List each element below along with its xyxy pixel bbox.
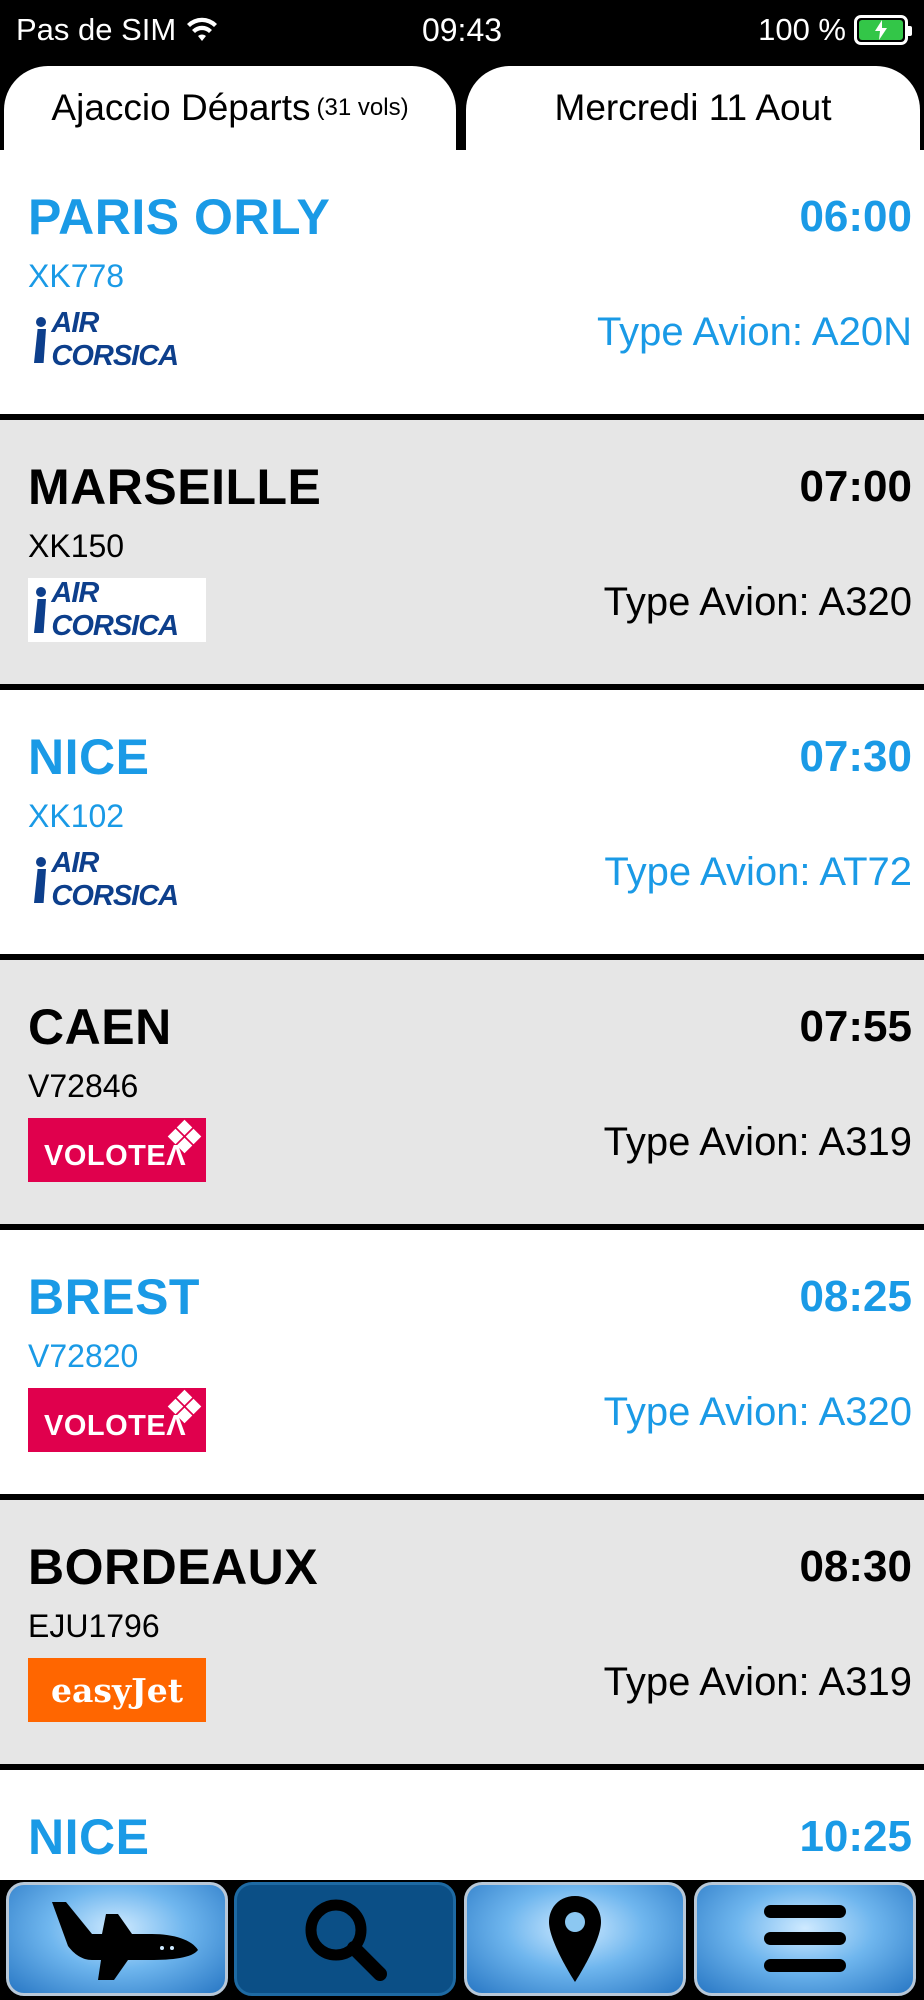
flight-number: XK102 [28,798,125,834]
aircraft-type: Type Avion: A320 [603,1390,912,1434]
airline-logo-text: easyJet [51,1670,183,1710]
nav-map-button[interactable] [464,1882,686,1996]
departure-time: 10:25 [799,1812,912,1861]
departure-time: 06:00 [799,192,912,241]
destination: CAEN [28,999,172,1055]
nav-search-button[interactable] [234,1882,456,1996]
airline-logo-air-corsica: AIR CORSICA [28,307,206,372]
airline-logo-text: AIR CORSICA [51,847,179,912]
flight-row[interactable]: CAEN 07:55 V72846 VOLOTEΛ Type Avion: A3… [0,960,924,1224]
departure-time: 07:55 [799,1002,912,1051]
aircraft-type: Type Avion: AT72 [604,850,912,894]
flight-row[interactable]: BORDEAUX 08:30 EJU1796 easyJet Type Avio… [0,1500,924,1764]
battery-icon [854,15,912,45]
bottom-nav [0,1880,924,2000]
airline-logo-easyjet: easyJet [28,1658,206,1722]
air-corsica-mark-icon [32,315,47,365]
battery-percent: 100 % [758,12,846,47]
flight-row[interactable]: MARSEILLE 07:00 XK150 AIR CORSICA Type A… [0,420,924,684]
departure-time: 07:00 [799,462,912,511]
nav-flights-button[interactable] [6,1882,228,1996]
charging-bolt-icon [875,20,887,40]
airline-logo-air-corsica: AIR CORSICA [28,577,206,642]
volotea-diamond-icon [167,1389,202,1424]
menu-icon [764,1905,846,1972]
departure-time: 08:30 [799,1542,912,1591]
airline-logo-text: AIR CORSICA [51,307,179,372]
airline-logo-text: VOLOTEΛ [44,1139,187,1172]
flight-number: XK150 [28,528,125,564]
airline-logo-air-corsica: AIR CORSICA [28,847,206,912]
flight-row[interactable]: BREST 08:25 V72820 VOLOTEΛ Type Avion: A… [0,1230,924,1494]
airline-logo-volotea: VOLOTEΛ [28,1118,206,1182]
destination: NICE [28,729,150,785]
flight-row[interactable]: NICE 10:25 [0,1770,924,1880]
destination: BORDEAUX [28,1539,319,1595]
flights-count: (31 vols) [316,94,409,121]
header-tabs: Ajaccio Départs (31 vols) Mercredi 11 Ao… [0,62,924,150]
date-label: Mercredi 11 Aout [554,87,832,128]
destination: BREST [28,1269,200,1325]
tab-date[interactable]: Mercredi 11 Aout [466,66,920,150]
flight-number: V72846 [28,1068,139,1104]
airline-logo-text: AIR CORSICA [51,577,179,642]
departures-title: Ajaccio Départs [51,87,311,128]
destination: PARIS ORLY [28,189,331,245]
aircraft-type: Type Avion: A319 [603,1660,912,1704]
search-icon [305,1899,387,1981]
tab-departures[interactable]: Ajaccio Départs (31 vols) [4,66,456,150]
flight-list[interactable]: PARIS ORLY 06:00 XK778 AIR CORSICA Type … [0,150,924,1880]
air-corsica-mark-icon [32,585,47,635]
aircraft-type: Type Avion: A319 [603,1120,912,1164]
airline-logo-text: VOLOTEΛ [44,1409,187,1442]
destination: NICE [28,1809,150,1865]
nav-menu-button[interactable] [694,1882,916,1996]
flight-number: XK778 [28,258,125,294]
volotea-diamond-icon [167,1119,202,1154]
flight-number: V72820 [28,1338,139,1374]
flight-row[interactable]: PARIS ORLY 06:00 XK778 AIR CORSICA Type … [0,150,924,414]
destination: MARSEILLE [28,459,322,515]
flight-row[interactable]: NICE 07:30 XK102 AIR CORSICA Type Avion:… [0,690,924,954]
location-pin-icon [549,1896,601,1982]
air-corsica-mark-icon [32,855,47,905]
status-battery-group: 100 % [758,12,912,48]
status-bar: Pas de SIM 09:43 100 % [0,0,924,62]
aircraft-type: Type Avion: A20N [596,310,912,354]
flight-number: EJU1796 [28,1608,160,1644]
airline-logo-volotea: VOLOTEΛ [28,1388,206,1452]
departure-time: 07:30 [799,732,912,781]
departure-time: 08:25 [799,1272,912,1321]
aircraft-type: Type Avion: A320 [603,580,912,624]
airplane-icon [52,1902,198,1980]
